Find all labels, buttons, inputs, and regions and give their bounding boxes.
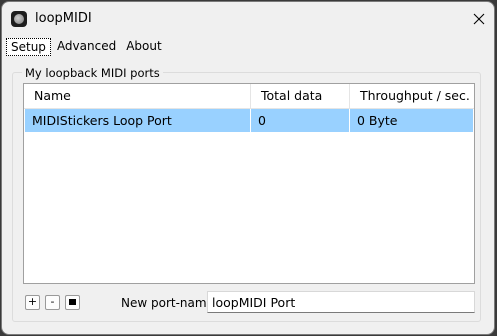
add-port-button[interactable]: + [25,295,40,310]
row-name: MIDIStickers Loop Port [25,109,251,132]
row-total-data: 0 [251,109,350,132]
ports-group-label: My loopback MIDI ports [22,66,163,80]
list-header: Name Total data Throughput / sec. [24,84,474,109]
tab-about[interactable]: About [122,38,165,56]
new-port-name-input[interactable] [207,291,475,313]
stop-button[interactable] [65,295,80,310]
close-icon [473,13,485,25]
column-header-total-data[interactable]: Total data [251,84,350,108]
close-button[interactable] [464,2,494,36]
tab-strip: Setup Advanced About [6,38,168,56]
remove-port-button[interactable]: - [45,295,60,310]
ports-list[interactable]: Name Total data Throughput / sec. MIDISt… [23,83,475,284]
tab-advanced[interactable]: Advanced [53,38,120,56]
column-header-name[interactable]: Name [24,84,251,108]
tab-setup[interactable]: Setup [6,38,51,56]
stop-square-icon [69,299,76,305]
row-throughput: 0 Byte [357,113,398,128]
new-port-name-label: New port-name: [121,296,218,310]
window-title: loopMIDI [35,11,92,26]
title-bar[interactable]: loopMIDI [2,2,494,36]
column-header-throughput[interactable]: Throughput / sec. [350,84,474,108]
list-row-selected[interactable]: MIDIStickers Loop Port 0 0 Byte [25,109,473,132]
loopmidi-app-icon [11,11,27,27]
